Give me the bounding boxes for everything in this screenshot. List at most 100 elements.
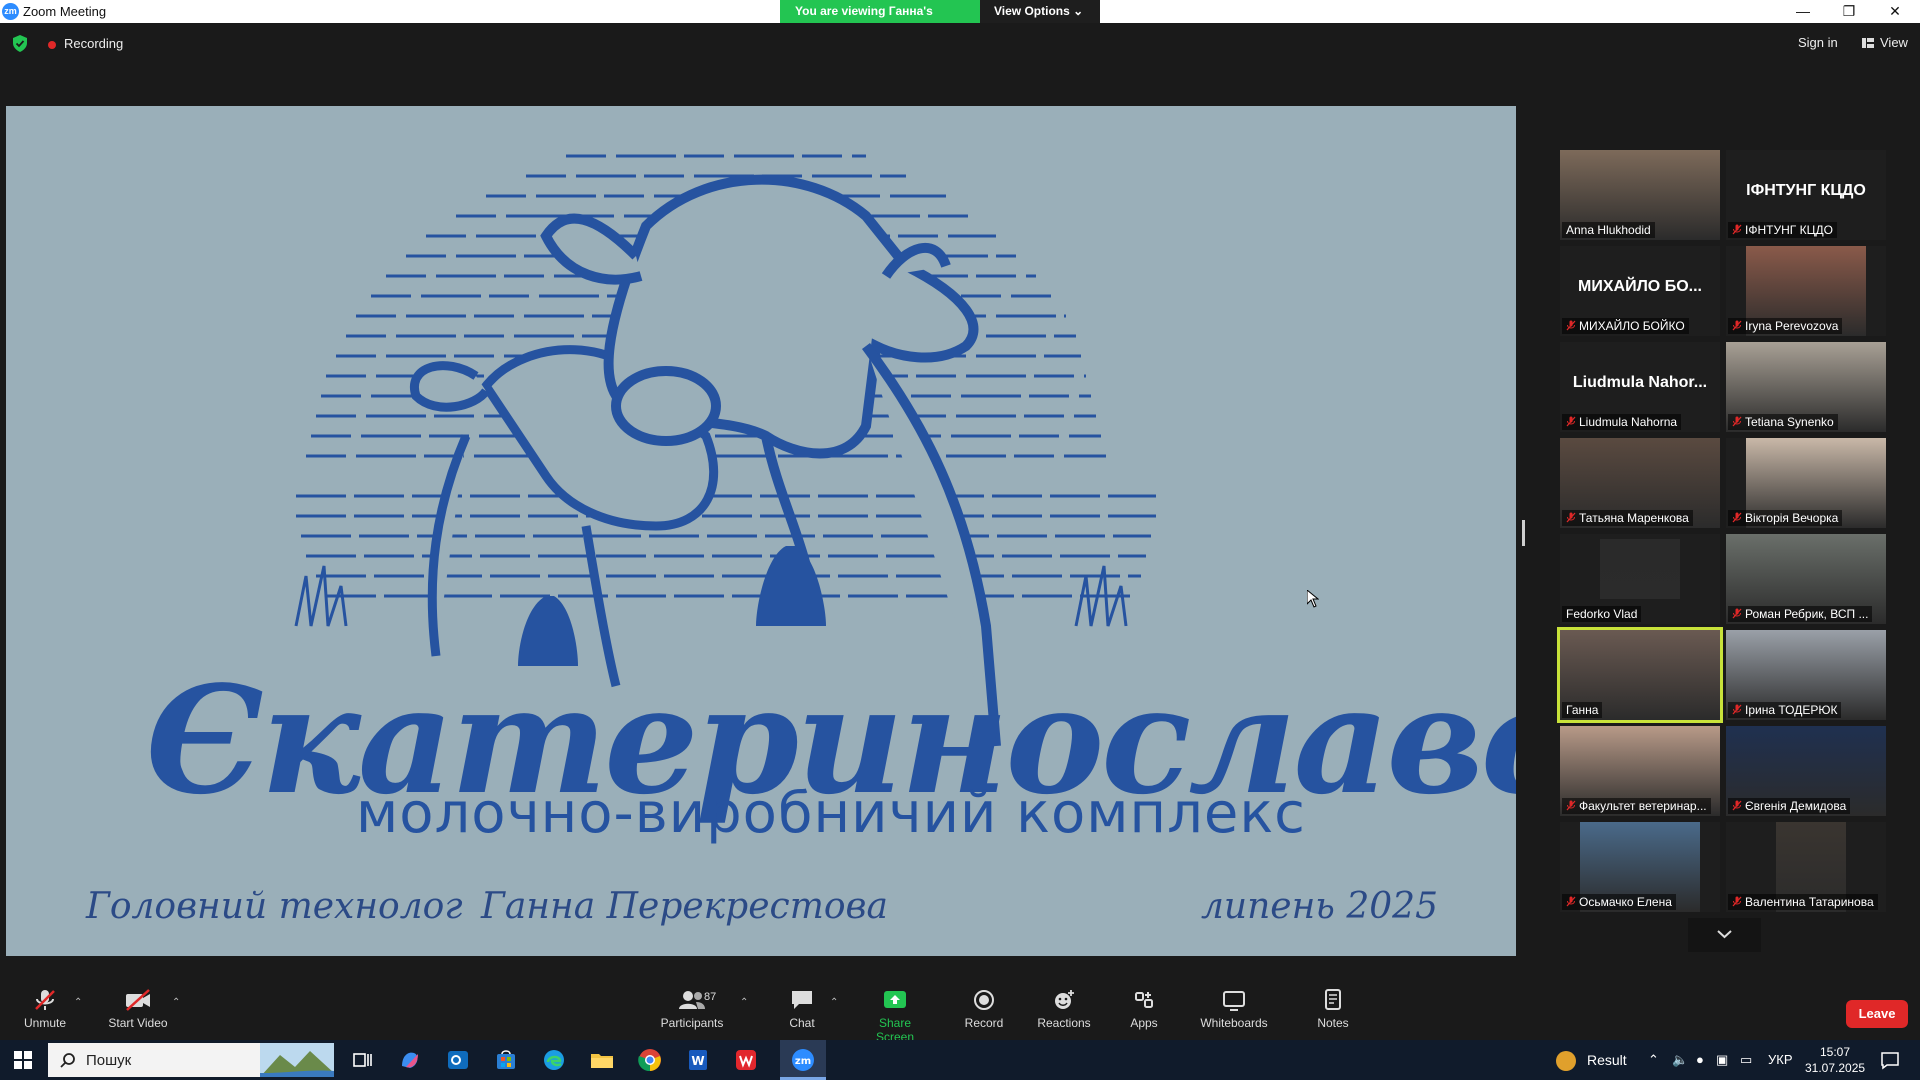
video-options-caret[interactable]: ⌃ xyxy=(172,997,180,1008)
microphone-muted-icon xyxy=(1732,224,1742,235)
view-options-button[interactable]: View Options ⌄ xyxy=(980,0,1100,23)
participant-tile[interactable]: Осьмачко Елена xyxy=(1560,822,1720,912)
microphone-muted-icon xyxy=(1732,416,1742,427)
weather-icon[interactable] xyxy=(1556,1051,1576,1071)
windows-start-icon[interactable] xyxy=(14,1051,32,1069)
participants-button[interactable]: 87 Participants xyxy=(660,989,724,1030)
participant-tile[interactable]: Fedorko Vlad xyxy=(1560,534,1720,624)
notification-center-icon[interactable] xyxy=(1880,1050,1900,1070)
file-explorer-icon[interactable] xyxy=(588,1046,616,1074)
tray-overflow-icon[interactable]: ⌃ xyxy=(1648,1052,1659,1068)
reactions-smile-icon xyxy=(1055,990,1074,1009)
participant-tile[interactable]: Ганна xyxy=(1557,627,1723,723)
chrome-browser-icon[interactable] xyxy=(636,1046,664,1074)
notes-button[interactable]: Notes xyxy=(1316,989,1350,1030)
audio-options-caret[interactable]: ⌃ xyxy=(74,997,82,1008)
apps-button[interactable]: Apps xyxy=(1128,989,1160,1030)
participant-tile[interactable]: Роман Ребрик, ВСП ... xyxy=(1726,534,1886,624)
slide-subtitle: молочно-виробничий комплекс xyxy=(356,781,1306,846)
word-icon[interactable]: W xyxy=(684,1046,712,1074)
microsoft-store-icon[interactable] xyxy=(492,1046,520,1074)
chat-button[interactable]: Chat xyxy=(785,989,819,1030)
participant-tile[interactable]: Факультет ветеринар... xyxy=(1560,726,1720,816)
participants-count: 87 xyxy=(704,991,717,1003)
unmute-button[interactable]: Unmute xyxy=(20,989,70,1030)
copilot-icon[interactable] xyxy=(396,1046,424,1074)
title-bar: zm Zoom Meeting You are viewing Ганна's … xyxy=(0,0,1920,41)
microphone-muted-icon xyxy=(1566,800,1576,811)
shield-icon[interactable] xyxy=(12,35,28,52)
participant-tile[interactable]: ІФНТУНГ КЦДО ІФНТУНГ КЦДО xyxy=(1726,150,1886,240)
participant-tile[interactable]: Iryna Perevozova xyxy=(1726,246,1886,336)
slide-presenter-name: Ганна Перекрестова xyxy=(481,886,888,927)
taskbar-search-box[interactable]: Пошук xyxy=(48,1043,334,1077)
gallery-scroll-down-button[interactable] xyxy=(1688,918,1761,952)
whiteboards-label: Whiteboards xyxy=(1200,1016,1268,1030)
weather-label[interactable]: Result xyxy=(1587,1052,1627,1068)
participant-name: Роман Ребрик, ВСП ... xyxy=(1745,607,1869,621)
participant-tile[interactable]: МИХАЙЛО БО... МИХАЙЛО БОЙКО xyxy=(1560,246,1720,336)
viewing-screen-label: You are viewing Ганна's screen xyxy=(780,0,980,41)
participant-name-bar: Факультет ветеринар... xyxy=(1562,798,1711,814)
shared-screen: Єкатеринославський молочно-виробничий ко… xyxy=(6,106,1516,956)
panel-splitter[interactable] xyxy=(1522,520,1525,546)
recording-label[interactable]: Recording xyxy=(64,36,123,51)
minimize-button[interactable]: — xyxy=(1780,0,1826,23)
participant-name-bar: Ганна xyxy=(1562,702,1603,718)
participant-name-bar: Ірина ТОДЕРЮК xyxy=(1728,702,1842,718)
zoom-taskbar-button[interactable]: zm xyxy=(780,1040,826,1080)
participant-tile[interactable]: Anna Hlukhodid xyxy=(1560,150,1720,240)
chat-label: Chat xyxy=(789,1016,815,1030)
edge-browser-icon[interactable] xyxy=(540,1046,568,1074)
chat-options-caret[interactable]: ⌃ xyxy=(830,997,838,1008)
network-icon[interactable]: ▭ xyxy=(1740,1052,1752,1068)
view-grid-icon[interactable] xyxy=(1862,38,1874,48)
microphone-muted-icon xyxy=(1732,800,1742,811)
record-button[interactable]: Record xyxy=(962,989,1006,1030)
microphone-tray-icon[interactable]: ● xyxy=(1696,1052,1704,1067)
participant-name-bar: Liudmula Nahorna xyxy=(1562,414,1682,430)
leave-button[interactable]: Leave xyxy=(1846,1000,1908,1028)
participants-label: Participants xyxy=(660,1016,724,1030)
notes-icon xyxy=(1325,989,1341,1010)
participant-name-bar: Anna Hlukhodid xyxy=(1562,222,1655,238)
language-indicator[interactable]: УКР xyxy=(1768,1052,1793,1067)
microphone-muted-icon xyxy=(1566,896,1576,907)
participant-tile[interactable]: Татьяна Маренкова xyxy=(1560,438,1720,528)
participant-tile[interactable]: Liudmula Nahor... Liudmula Nahorna xyxy=(1560,342,1720,432)
video-off-icon xyxy=(126,989,150,1011)
unmute-label: Unmute xyxy=(23,1016,67,1030)
participant-tile[interactable]: Вікторія Вечорка xyxy=(1726,438,1886,528)
task-view-icon[interactable] xyxy=(348,1046,376,1074)
whiteboards-button[interactable]: Whiteboards xyxy=(1198,989,1270,1030)
participant-name-bar: Роман Ребрик, ВСП ... xyxy=(1728,606,1873,622)
monitor-tray-icon[interactable]: ▣ xyxy=(1716,1052,1728,1068)
speaker-icon[interactable]: 🔈 xyxy=(1672,1052,1688,1068)
taskbar-clock[interactable]: 15:07 31.07.2025 xyxy=(1805,1044,1865,1076)
view-button[interactable]: View xyxy=(1880,35,1908,50)
restore-button[interactable]: ❐ xyxy=(1826,0,1872,23)
participant-tile[interactable]: Валентина Татаринова xyxy=(1726,822,1886,912)
share-screen-button[interactable]: Share Screen xyxy=(860,989,930,1044)
close-button[interactable]: ✕ xyxy=(1872,0,1918,23)
participant-tile[interactable]: Tetiana Synenko xyxy=(1726,342,1886,432)
chat-icon xyxy=(792,991,812,1009)
participant-tile[interactable]: Євгенія Демидова xyxy=(1726,726,1886,816)
participant-video xyxy=(1600,539,1680,599)
mouse-cursor-icon xyxy=(1307,590,1319,608)
participant-name: Осьмачко Елена xyxy=(1579,895,1672,909)
outlook-icon[interactable] xyxy=(444,1046,472,1074)
reactions-button[interactable]: Reactions xyxy=(1036,989,1092,1030)
start-video-button[interactable]: Start Video xyxy=(108,989,168,1030)
window-title: Zoom Meeting xyxy=(23,4,107,19)
view-options-label: View Options xyxy=(994,4,1070,18)
participants-options-caret[interactable]: ⌃ xyxy=(740,997,748,1008)
participant-name: Anna Hlukhodid xyxy=(1566,223,1651,237)
wps-office-icon[interactable] xyxy=(732,1046,760,1074)
participants-icon xyxy=(679,991,705,1009)
participant-name-bar: Осьмачко Елена xyxy=(1562,894,1676,910)
participant-tile[interactable]: Ірина ТОДЕРЮК xyxy=(1726,630,1886,720)
participant-big-name: ІФНТУНГ КЦДО xyxy=(1746,182,1866,199)
sign-in-button[interactable]: Sign in xyxy=(1798,35,1838,50)
apps-icon xyxy=(1135,992,1153,1008)
